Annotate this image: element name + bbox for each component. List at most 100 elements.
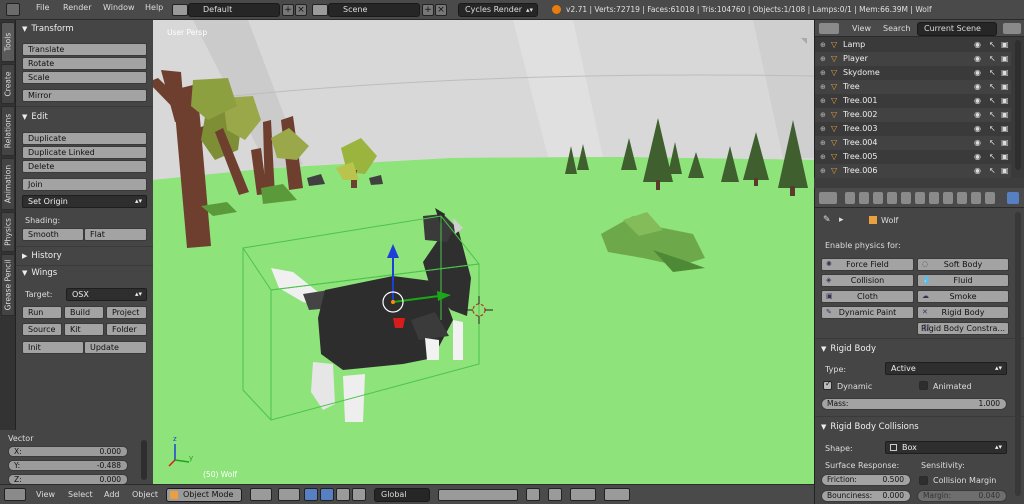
menu-object[interactable]: Object <box>132 490 158 499</box>
pin-icon[interactable]: ✎ <box>823 215 831 225</box>
proportional-edit-icon[interactable] <box>548 488 562 501</box>
screen-layout-select[interactable]: Default <box>188 3 280 17</box>
menu-window[interactable]: Window <box>103 3 135 12</box>
render-preview-icon[interactable] <box>604 488 630 501</box>
scale-button[interactable]: Scale <box>22 71 147 84</box>
selectability-cursor-icon[interactable]: ↖ <box>989 150 996 164</box>
tab-create[interactable]: Create <box>1 64 15 104</box>
wings-panel-header[interactable]: ▼ Wings <box>16 266 153 280</box>
menu-view[interactable]: View <box>36 490 55 499</box>
render-camera-icon[interactable]: ▣ <box>1001 38 1009 52</box>
tab-relations[interactable]: Relations <box>1 106 15 156</box>
selectability-cursor-icon[interactable]: ↖ <box>989 52 996 66</box>
scene-tab-icon[interactable] <box>873 192 883 204</box>
selectability-cursor-icon[interactable]: ↖ <box>989 164 996 178</box>
render-engine-select[interactable]: Cycles Render ▴▾ <box>458 3 538 17</box>
rigid-body-remove-button[interactable]: ✕ Rigid Body <box>917 306 1009 319</box>
transform-panel-header[interactable]: ▼ Transform <box>16 22 153 36</box>
visibility-eye-icon[interactable]: ◉ <box>974 108 981 122</box>
outliner-row[interactable]: ⊕ ▽ Tree.002 ◉ ↖ ▣ <box>815 108 1011 122</box>
layer-buttons[interactable] <box>438 489 518 501</box>
menu-render[interactable]: Render <box>63 3 91 12</box>
vector-scrollbar[interactable] <box>141 440 147 480</box>
translate-manipulator-icon[interactable] <box>320 488 334 501</box>
duplicate-button[interactable]: Duplicate <box>22 132 147 145</box>
remove-layout-button[interactable]: × <box>295 4 307 16</box>
add-layout-button[interactable]: + <box>282 4 294 16</box>
visibility-eye-icon[interactable]: ◉ <box>974 52 981 66</box>
translate-button[interactable]: Translate <box>22 43 147 56</box>
layout-grid-icon[interactable] <box>172 4 188 16</box>
edit-panel-header[interactable]: ▼ Edit <box>16 110 153 124</box>
pivot-point-icon[interactable] <box>278 488 300 501</box>
blender-icon[interactable] <box>6 3 20 16</box>
visibility-eye-icon[interactable]: ◉ <box>974 122 981 136</box>
expand-icon[interactable]: ⊕ <box>820 80 826 94</box>
menu-help[interactable]: Help <box>145 3 163 12</box>
render-camera-icon[interactable]: ▣ <box>1001 122 1009 136</box>
rigid-body-constraint-button[interactable]: ⛓ Rigid Body Constra... <box>917 322 1009 335</box>
animated-checkbox[interactable] <box>919 381 928 390</box>
duplicate-linked-button[interactable]: Duplicate Linked <box>22 146 147 159</box>
remove-scene-button[interactable]: × <box>435 4 447 16</box>
folder-button[interactable]: Folder <box>106 323 147 336</box>
scene-select[interactable]: Scene <box>328 3 420 17</box>
physics-tab-icon[interactable] <box>1007 192 1019 204</box>
layers-tab-icon[interactable] <box>859 192 869 204</box>
soft-body-button[interactable]: ◌ Soft Body <box>917 258 1009 271</box>
scene-icon[interactable] <box>312 4 328 16</box>
editor-type-icon[interactable] <box>819 192 837 204</box>
outliner-row[interactable]: ⊕ ▽ Tree.006 ◉ ↖ ▣ <box>815 164 1011 178</box>
outliner-row[interactable]: ⊕ ▽ Tree ◉ ↖ ▣ <box>815 80 1011 94</box>
selectability-cursor-icon[interactable]: ↖ <box>989 38 996 52</box>
selectability-cursor-icon[interactable]: ↖ <box>989 122 996 136</box>
render-camera-icon[interactable]: ▣ <box>1001 108 1009 122</box>
rigid-body-collisions-header[interactable]: ▼ Rigid Body Collisions <box>815 420 1024 434</box>
set-origin-select[interactable]: Set Origin ▴▾ <box>22 195 147 208</box>
selectability-cursor-icon[interactable]: ↖ <box>989 136 996 150</box>
menu-add[interactable]: Add <box>104 490 120 499</box>
mass-field[interactable]: Mass: 1.000 <box>821 398 1007 410</box>
fluid-button[interactable]: 💧 Fluid <box>917 274 1009 287</box>
render-tab-icon[interactable] <box>845 192 855 204</box>
visibility-eye-icon[interactable]: ◉ <box>974 80 981 94</box>
render-camera-icon[interactable]: ▣ <box>1001 80 1009 94</box>
selectability-cursor-icon[interactable]: ↖ <box>989 94 996 108</box>
editor-type-icon[interactable] <box>819 23 839 34</box>
visibility-eye-icon[interactable]: ◉ <box>974 136 981 150</box>
visibility-eye-icon[interactable]: ◉ <box>974 38 981 52</box>
expand-icon[interactable]: ⊕ <box>820 108 826 122</box>
selectability-cursor-icon[interactable]: ↖ <box>989 108 996 122</box>
expand-icon[interactable]: ⊕ <box>820 136 826 150</box>
selectability-cursor-icon[interactable]: ↖ <box>989 80 996 94</box>
rigid-body-type-select[interactable]: Active ▴▾ <box>885 362 1007 375</box>
source-button[interactable]: Source <box>22 323 62 336</box>
force-field-button[interactable]: ✺ Force Field <box>821 258 914 271</box>
outliner-row[interactable]: ⊕ ▽ Skydome ◉ ↖ ▣ <box>815 66 1011 80</box>
expand-icon[interactable]: ⊕ <box>820 38 826 52</box>
outliner-menu-view[interactable]: View <box>852 24 871 33</box>
outliner-row[interactable]: ⊕ ▽ Lamp ◉ ↖ ▣ <box>815 38 1011 52</box>
dynamic-checkbox[interactable]: ✓ <box>823 379 832 390</box>
expand-icon[interactable]: ⊕ <box>820 122 826 136</box>
add-scene-button[interactable]: + <box>422 4 434 16</box>
interaction-mode-select[interactable]: Object Mode <box>166 488 242 502</box>
outliner-row[interactable]: ⊕ ▽ Tree.001 ◉ ↖ ▣ <box>815 94 1011 108</box>
smooth-button[interactable]: Smooth <box>22 228 84 241</box>
outliner-row[interactable]: ⊕ ▽ Tree.005 ◉ ↖ ▣ <box>815 150 1011 164</box>
scale-manipulator-icon[interactable] <box>352 488 366 501</box>
editor-type-icon[interactable] <box>4 488 26 501</box>
smoke-button[interactable]: ☁ Smoke <box>917 290 1009 303</box>
vector-x-field[interactable]: X: 0.000 <box>8 446 128 457</box>
collision-margin-checkbox[interactable] <box>919 476 928 485</box>
properties-scrollbar[interactable] <box>1015 212 1021 496</box>
outliner-row[interactable]: ⊕ ▽ Tree.004 ◉ ↖ ▣ <box>815 136 1011 150</box>
tab-animation[interactable]: Animation <box>1 158 15 210</box>
viewport-shading-icon[interactable] <box>250 488 272 501</box>
visibility-eye-icon[interactable]: ◉ <box>974 94 981 108</box>
outliner-scrollbar[interactable] <box>1015 40 1021 170</box>
kit-button[interactable]: Kit <box>64 323 104 336</box>
selectability-cursor-icon[interactable]: ↖ <box>989 66 996 80</box>
particles-tab-icon[interactable] <box>985 192 995 204</box>
render-camera-icon[interactable]: ▣ <box>1001 136 1009 150</box>
